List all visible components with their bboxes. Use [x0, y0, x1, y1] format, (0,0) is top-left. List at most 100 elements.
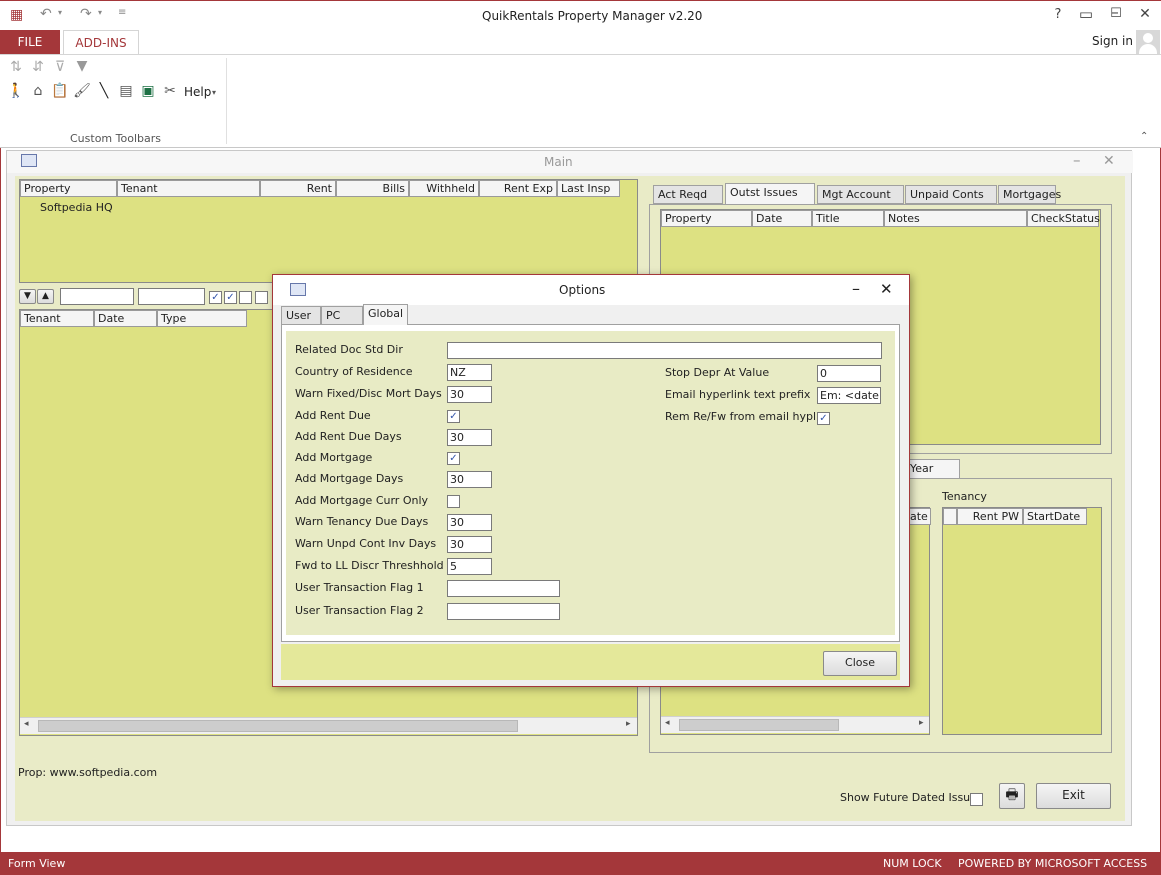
- lower-horizontal-scrollbar[interactable]: ◂ ▸: [661, 716, 929, 733]
- help-button[interactable]: ?: [1044, 7, 1072, 22]
- txn-horizontal-scrollbar[interactable]: ◂ ▸: [20, 717, 637, 734]
- house-icon[interactable]: ⌂: [28, 83, 48, 99]
- redo-icon[interactable]: ↷: [80, 6, 92, 22]
- filter-check-4[interactable]: [255, 291, 268, 304]
- col-header-check-status[interactable]: CheckStatus: [1027, 210, 1100, 227]
- help-dropdown-icon[interactable]: ▾: [212, 88, 216, 97]
- tab-file[interactable]: FILE: [0, 30, 60, 54]
- check-add-mortgage[interactable]: ✓: [447, 452, 460, 465]
- filter-check-3[interactable]: [239, 291, 252, 304]
- filter-input-2[interactable]: [138, 288, 205, 305]
- clipboard-icon[interactable]: 📋: [50, 83, 70, 99]
- tab-unpaid-conts[interactable]: Unpaid Conts (0): [905, 185, 997, 218]
- col-header-txn-tenant[interactable]: Tenant: [20, 310, 94, 327]
- input-user-transaction-flag-1[interactable]: [447, 580, 560, 597]
- options-tab-pc[interactable]: PC: [321, 306, 363, 325]
- sort-ascending-icon[interactable]: ⇅: [6, 59, 26, 75]
- scroll-left-icon[interactable]: ◂: [24, 719, 29, 729]
- tenancy-grid[interactable]: Rent PW StartDate: [942, 507, 1102, 735]
- input-email-hyperlink-text-prefix[interactable]: Em: <date> <: [817, 387, 881, 404]
- exit-button[interactable]: Exit: [1036, 783, 1111, 809]
- tenancy-row-selector[interactable]: [943, 508, 957, 525]
- property-cell[interactable]: Softpedia HQ: [40, 201, 113, 214]
- col-header-withheld[interactable]: Withheld: [409, 180, 479, 197]
- col-header-issue-title[interactable]: Title: [812, 210, 884, 227]
- filter-check-1[interactable]: ✓: [209, 291, 222, 304]
- ribbon-display-icon[interactable]: ▭: [1072, 5, 1100, 23]
- input-country-of-residence[interactable]: NZ: [447, 364, 492, 381]
- tools-icon[interactable]: ✂: [160, 83, 180, 99]
- tab-outst-issues[interactable]: Outst Issues (1): [725, 183, 815, 216]
- redo-dropdown-icon[interactable]: ▾: [98, 8, 102, 17]
- col-header-issue-notes[interactable]: Notes: [884, 210, 1027, 227]
- scroll-thumb[interactable]: [38, 720, 518, 732]
- filter-input-1[interactable]: [60, 288, 134, 305]
- undo-dropdown-icon[interactable]: ▾: [58, 8, 62, 17]
- col-header-txn-type[interactable]: Type: [157, 310, 247, 327]
- document-icon[interactable]: ▤: [116, 83, 136, 99]
- brush-icon[interactable]: 🖌: [72, 83, 92, 99]
- customize-qat-icon[interactable]: ≡: [118, 7, 126, 18]
- input-stop-depr-at-value[interactable]: 0: [817, 365, 881, 382]
- options-close-icon[interactable]: ✕: [880, 280, 893, 298]
- print-button[interactable]: 🖶: [999, 783, 1025, 809]
- options-tab-user[interactable]: User: [281, 306, 321, 325]
- col-header-txn-date[interactable]: Date: [94, 310, 157, 327]
- close-button[interactable]: Close: [823, 651, 897, 676]
- scroll-right-icon[interactable]: ▸: [626, 719, 631, 729]
- nav-up-button[interactable]: ▲: [37, 289, 54, 304]
- line-icon[interactable]: ╲: [94, 83, 114, 99]
- excel-icon[interactable]: ▣: [138, 83, 158, 99]
- input-fwd-to-ll-discr-threshhold[interactable]: 5: [447, 558, 492, 575]
- main-close-icon[interactable]: ✕: [1103, 153, 1115, 169]
- person-icon[interactable]: 🚶: [6, 83, 26, 99]
- input-warn-tenancy-due-days[interactable]: 30: [447, 514, 492, 531]
- input-user-transaction-flag-2[interactable]: [447, 603, 560, 620]
- col-header-issue-date[interactable]: Date: [752, 210, 812, 227]
- col-header-property[interactable]: Property: [20, 180, 117, 197]
- lower-scroll-left-icon[interactable]: ◂: [665, 718, 670, 728]
- col-header-start-date[interactable]: StartDate: [1023, 508, 1087, 525]
- filter-check-2[interactable]: ✓: [224, 291, 237, 304]
- options-tab-global[interactable]: Global: [363, 304, 408, 325]
- user-avatar[interactable]: [1136, 30, 1160, 54]
- filter-selection-icon[interactable]: ⊽: [50, 59, 70, 75]
- filter-icon[interactable]: ▼: [72, 58, 92, 74]
- property-grid[interactable]: Property Tenant Rent Bills Withheld Rent…: [19, 179, 638, 283]
- col-header-rent[interactable]: Rent: [260, 180, 336, 197]
- nav-down-button[interactable]: ▼: [19, 289, 36, 304]
- col-header-issue-property[interactable]: Property: [661, 210, 752, 227]
- input-related-doc-std-dir[interactable]: [447, 342, 882, 359]
- check-rem-re-fw-from-email-hyplnk[interactable]: ✓: [817, 412, 830, 425]
- col-header-tenant[interactable]: Tenant: [117, 180, 260, 197]
- printer-icon: 🖶: [1005, 787, 1019, 803]
- help-menu-button[interactable]: Help: [184, 85, 211, 99]
- tab-mortgages[interactable]: Mortgages: [998, 185, 1061, 204]
- sign-in-link[interactable]: Sign in: [1092, 34, 1133, 48]
- options-minimize-icon[interactable]: –: [852, 279, 860, 298]
- input-warn-unpd-cont-inv-days[interactable]: 30: [447, 536, 492, 553]
- lower-scroll-right-icon[interactable]: ▸: [919, 718, 924, 728]
- input-add-mortgage-days[interactable]: 30: [447, 471, 492, 488]
- sort-descending-icon[interactable]: ⇵: [28, 59, 48, 75]
- close-icon[interactable]: ✕: [1131, 6, 1159, 22]
- main-minimize-icon[interactable]: –: [1073, 151, 1081, 169]
- col-header-rent-exp[interactable]: Rent Exp: [479, 180, 557, 197]
- col-header-bills[interactable]: Bills: [336, 180, 409, 197]
- col-header-rent-pw[interactable]: Rent PW: [957, 508, 1023, 525]
- tab-act-reqd[interactable]: Act Reqd (0): [653, 185, 723, 218]
- show-future-checkbox[interactable]: [970, 793, 983, 806]
- col-header-partial-date[interactable]: ate: [909, 508, 931, 525]
- check-add-rent-due[interactable]: ✓: [447, 410, 460, 423]
- undo-icon[interactable]: ↶: [40, 6, 52, 22]
- collapse-ribbon-icon[interactable]: ⌃: [1140, 131, 1148, 142]
- input-add-rent-due-days[interactable]: 30: [447, 429, 492, 446]
- lower-scroll-thumb[interactable]: [679, 719, 839, 731]
- check-add-mortgage-curr-only[interactable]: [447, 495, 460, 508]
- tab-year-tots[interactable]: Year Tots: [905, 459, 960, 492]
- col-header-last-insp[interactable]: Last Insp: [557, 180, 620, 197]
- input-warn-fixed-disc-mort-days[interactable]: 30: [447, 386, 492, 403]
- maximize-icon[interactable]: ☐: [1102, 6, 1130, 21]
- tab-add-ins[interactable]: ADD-INS: [63, 30, 139, 55]
- tab-mgt-account[interactable]: Mgt Account (0): [817, 185, 904, 218]
